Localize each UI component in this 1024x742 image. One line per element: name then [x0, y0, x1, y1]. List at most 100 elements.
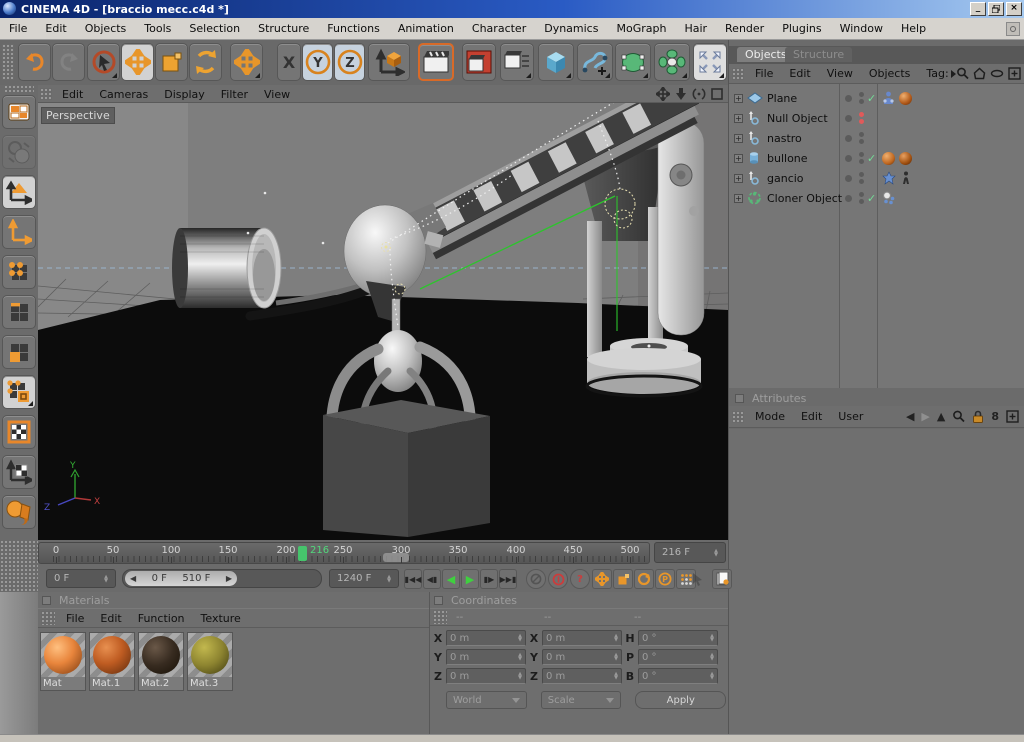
visibility-dots[interactable]: [859, 172, 864, 184]
menu-dynamics[interactable]: Dynamics: [535, 18, 607, 39]
subdivision-surface-button[interactable]: [615, 43, 651, 81]
scale-tool-button[interactable]: [155, 43, 188, 81]
attr-forward-icon[interactable]: ▶: [921, 410, 929, 423]
menu-edit[interactable]: Edit: [36, 18, 75, 39]
use-world-axis-button[interactable]: [2, 135, 36, 169]
material-tag-icon[interactable]: [898, 151, 913, 166]
undo-button[interactable]: [18, 43, 51, 81]
play-backward-button[interactable]: ◀: [442, 569, 460, 589]
pan-view-icon[interactable]: [656, 87, 670, 101]
rotate-tool-button[interactable]: [189, 43, 222, 81]
key-scale-toggle[interactable]: [613, 569, 633, 589]
array-object-button[interactable]: [654, 43, 690, 81]
om-home-icon[interactable]: [973, 67, 986, 80]
menu-mograph[interactable]: MoGraph: [607, 18, 675, 39]
menu-hair[interactable]: Hair: [675, 18, 716, 39]
preview-range-slider[interactable]: ◀ 0 F 510 F ▶: [122, 569, 322, 588]
coordinates-grip[interactable]: [433, 610, 447, 624]
enabled-check-icon[interactable]: ✓: [867, 192, 876, 205]
rot-b-field[interactable]: 0 ° ▲ ▼: [638, 668, 718, 684]
object-row-nastro[interactable]: + nastro: [729, 128, 1024, 148]
material-item-mat3[interactable]: Mat.3: [187, 632, 233, 691]
maximize-view-icon[interactable]: [710, 87, 724, 101]
texture-mode-button[interactable]: [2, 415, 36, 449]
goto-end-button[interactable]: ▶▶▮: [499, 569, 517, 589]
keyframe-selection-doc-button[interactable]: [712, 569, 732, 589]
prev-frame-button[interactable]: ◀▮: [423, 569, 441, 589]
om-grip[interactable]: [732, 68, 744, 80]
menu-window[interactable]: Window: [831, 18, 892, 39]
render-view-button[interactable]: [418, 43, 454, 81]
model-mode-button[interactable]: [2, 175, 36, 209]
record-keyframe-button[interactable]: [548, 569, 568, 589]
play-forward-button[interactable]: ▶: [461, 569, 479, 589]
size-x-field[interactable]: 0 m ▲ ▼: [542, 630, 622, 646]
spline-pen-button[interactable]: [577, 43, 613, 81]
current-frame-marker[interactable]: [298, 546, 307, 561]
viewport-menu-filter[interactable]: Filter: [213, 88, 256, 101]
menu-character[interactable]: Character: [463, 18, 535, 39]
mat-menu-file[interactable]: File: [58, 612, 92, 625]
visibility-dots[interactable]: [859, 192, 864, 204]
material-item-mat2[interactable]: Mat.2: [138, 632, 184, 691]
materials-grip[interactable]: [41, 611, 55, 625]
materials-collapse-box[interactable]: [42, 595, 51, 605]
om-menu-view[interactable]: View: [819, 67, 861, 80]
viewport-menu-display[interactable]: Display: [156, 88, 213, 101]
xpresso-tag-icon[interactable]: [881, 171, 896, 186]
end-spinner-icon[interactable]: ▲ ▼: [387, 574, 391, 583]
object-row-gancio[interactable]: + gancio: [729, 168, 1024, 188]
attr-grip[interactable]: [732, 411, 744, 423]
layer-dot[interactable]: [845, 114, 852, 122]
expand-icon[interactable]: +: [734, 133, 743, 143]
menu-pin-icon[interactable]: [1006, 21, 1020, 36]
tag-flyout-arrow-icon[interactable]: [950, 69, 956, 78]
menu-plugins[interactable]: Plugins: [773, 18, 830, 39]
close-button[interactable]: ×: [1006, 2, 1022, 16]
object-axis-mode-button[interactable]: [2, 215, 36, 249]
menu-animation[interactable]: Animation: [389, 18, 463, 39]
pos-y-field[interactable]: 0 m ▲ ▼: [446, 649, 526, 665]
anim-start-field[interactable]: 0 F ▲ ▼: [46, 569, 116, 588]
points-mode-button[interactable]: [2, 255, 36, 289]
attr-search-icon[interactable]: [952, 410, 965, 423]
menu-render[interactable]: Render: [716, 18, 773, 39]
om-menu-file[interactable]: File: [747, 67, 781, 80]
expand-icon[interactable]: +: [734, 153, 743, 163]
render-settings-button[interactable]: [500, 43, 534, 81]
restore-button[interactable]: [988, 2, 1004, 16]
anim-end-field[interactable]: 1240 F ▲ ▼: [329, 569, 399, 588]
mograph-weight-tag-icon[interactable]: [881, 191, 896, 206]
om-menu-tag[interactable]: Tag:: [918, 67, 950, 80]
object-row-bullone[interactable]: + bullone ✓: [729, 148, 1024, 168]
start-spinner-icon[interactable]: ▲ ▼: [104, 574, 108, 583]
timeline-ruler[interactable]: 0 50 100 150 200 250 300 350 400 450 500…: [38, 542, 650, 564]
autokey-question-button[interactable]: ?: [570, 569, 590, 589]
polygons-mode-button[interactable]: [2, 335, 36, 369]
key-position-toggle[interactable]: [592, 569, 612, 589]
attr-menu-edit[interactable]: Edit: [793, 410, 830, 423]
attributes-collapse-box[interactable]: [735, 393, 744, 403]
visibility-dots[interactable]: [859, 132, 864, 144]
size-y-field[interactable]: 0 m ▲ ▼: [542, 649, 622, 665]
last-tool-move-button[interactable]: [230, 43, 263, 81]
om-search-icon[interactable]: [956, 67, 969, 80]
mat-menu-function[interactable]: Function: [130, 612, 193, 625]
rot-p-field[interactable]: 0 ° ▲ ▼: [638, 649, 718, 665]
expand-icon[interactable]: +: [734, 173, 743, 183]
visibility-dots[interactable]: [859, 112, 864, 124]
transform-mode-combo[interactable]: Scale: [540, 691, 622, 709]
menu-structure[interactable]: Structure: [249, 18, 318, 39]
primitive-cube-button[interactable]: [538, 43, 574, 81]
layer-dot[interactable]: [845, 154, 852, 162]
minimize-button[interactable]: _: [970, 2, 986, 16]
zoom-view-icon[interactable]: [674, 87, 688, 101]
range-right-arrow-icon[interactable]: ▶: [226, 574, 232, 583]
enabled-check-icon[interactable]: ✓: [867, 152, 876, 165]
expand-icon[interactable]: +: [734, 93, 743, 103]
animation-mode-button[interactable]: [2, 375, 36, 409]
size-z-field[interactable]: 0 m ▲ ▼: [542, 668, 622, 684]
attr-history-icon[interactable]: 8: [991, 410, 999, 423]
frame-spinner-icon[interactable]: ▲ ▼: [714, 548, 718, 557]
om-addpanel-icon[interactable]: [1008, 67, 1021, 80]
